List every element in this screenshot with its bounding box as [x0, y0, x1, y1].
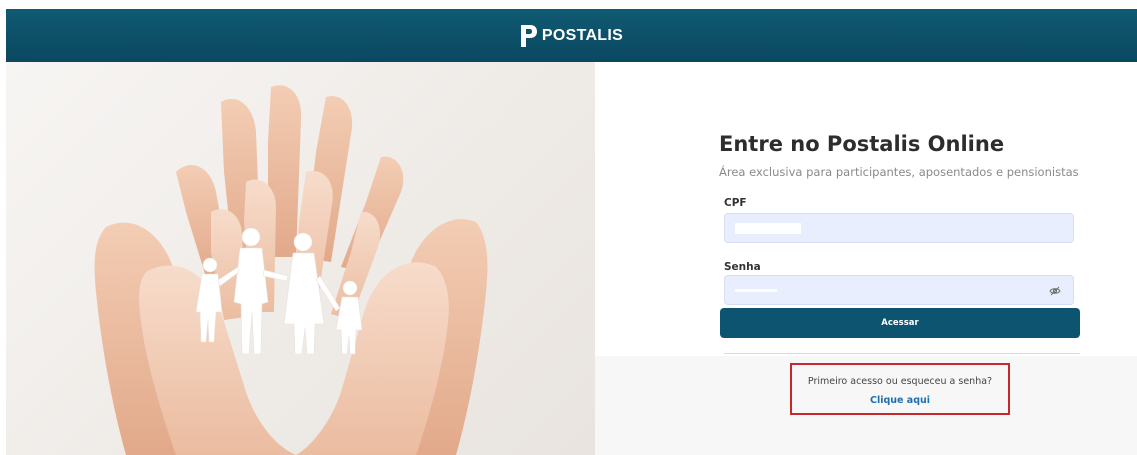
password-value-masked [735, 289, 777, 292]
cpf-input[interactable] [724, 213, 1074, 243]
hero-image [6, 62, 595, 455]
login-submit-button[interactable]: Acessar [720, 308, 1080, 338]
first-access-question: Primeiro acesso ou esqueceu a senha? [807, 376, 993, 387]
login-subtitle: Área exclusiva para participantes, apose… [719, 165, 1079, 179]
hands-family-illustration [94, 85, 488, 455]
postalis-logo-icon [520, 24, 537, 47]
first-access-link[interactable]: Clique aqui [792, 395, 1008, 406]
brand-logo[interactable]: POSTALIS [520, 24, 624, 47]
eye-off-icon[interactable] [1049, 285, 1061, 297]
first-access-highlight-box: Primeiro acesso ou esqueceu a senha? Cli… [790, 363, 1010, 415]
login-title: Entre no Postalis Online [719, 132, 1005, 156]
brand-name: POSTALIS [541, 26, 624, 44]
password-label: Senha [724, 261, 761, 273]
cpf-value-redacted [735, 223, 801, 234]
password-input[interactable] [724, 275, 1074, 305]
divider [724, 353, 1080, 354]
cpf-label: CPF [724, 197, 747, 209]
top-header: POSTALIS [6, 9, 1137, 62]
